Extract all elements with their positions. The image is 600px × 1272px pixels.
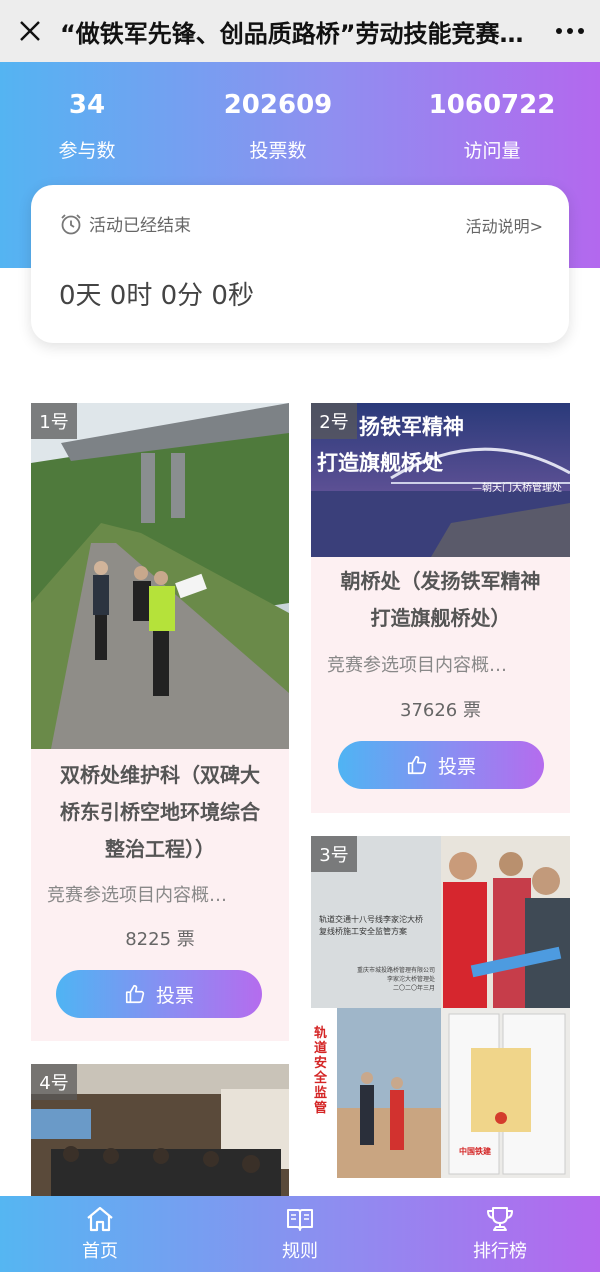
nav-label: 首页 xyxy=(82,1241,118,1262)
entry-description: 竞赛参选项目内容概… xyxy=(327,655,507,676)
entry-title: 朝桥处（发扬铁军精神 打造旗舰桥处） xyxy=(311,563,570,637)
nav-label: 排行榜 xyxy=(473,1241,527,1262)
book-icon xyxy=(287,1209,313,1231)
thumbs-up-icon xyxy=(125,984,145,1004)
entry-card-2[interactable]: 扬铁军精神 打造旗舰桥处 —朝天门大桥管理处 2号 朝桥处（发扬铁军精神 打造旗… xyxy=(311,403,570,813)
people-photo xyxy=(441,836,570,1008)
entry-title-line: 打造旗舰桥处） xyxy=(370,606,511,630)
entry-number-badge: 2号 xyxy=(311,403,357,439)
doc-text: 重庆市城投路桥管理有限公司 xyxy=(356,967,435,974)
home-icon xyxy=(87,1206,113,1232)
entry-number-badge: 4号 xyxy=(31,1064,77,1100)
more-icon[interactable] xyxy=(540,0,600,62)
alarm-clock-icon xyxy=(61,213,81,234)
doc-text: 轨道交通十八号线李家沱大桥 xyxy=(319,915,423,924)
entry-title-line: 双桥处维护科（双碑大 xyxy=(60,763,260,787)
top-bar: “做铁军先锋、创品质路桥”劳动技能竞赛… xyxy=(0,0,600,62)
stat-visits: 1060722 访问量 xyxy=(392,90,592,163)
trophy-icon xyxy=(487,1207,513,1231)
entry-title: 双桥处维护科（双碑大 桥东引桥空地环境综合 整治工程）） xyxy=(31,757,289,868)
entry-image[interactable]: 轨道交通十八号线李家沱大桥 复线桥施工安全监管方案 重庆市城投路桥管理有限公司 … xyxy=(311,836,570,1196)
entry-vote-count: 8225 票 xyxy=(125,929,195,950)
vote-button[interactable]: 投票 xyxy=(338,741,544,789)
nav-rules[interactable]: 规则 xyxy=(200,1196,400,1272)
nav-label: 规则 xyxy=(282,1241,318,1262)
entry-card-4[interactable]: 4号 xyxy=(31,1064,289,1196)
entry-number-badge: 3号 xyxy=(311,836,357,872)
entry-card-1[interactable]: 1号 双桥处维护科（双碑大 桥东引桥空地环境综合 整治工程）） 竞赛参选项目内容… xyxy=(31,403,289,1041)
bottom-nav: 首页 规则 排行榜 xyxy=(0,1196,600,1272)
side-caption: 轨道安全监管 xyxy=(314,1026,328,1116)
nav-home[interactable]: 首页 xyxy=(0,1196,200,1272)
stat-participants: 34 参与数 xyxy=(0,90,187,163)
entry-title-line: 朝桥处（发扬铁军精神 xyxy=(340,569,541,593)
vote-button-label: 投票 xyxy=(437,755,476,778)
entry-title-line: 桥东引桥空地环境综合 xyxy=(60,800,260,824)
site-photo xyxy=(337,1008,441,1178)
entry-description: 竞赛参选项目内容概… xyxy=(47,885,227,906)
entry-vote-count: 37626 票 xyxy=(400,700,481,721)
activity-status: 活动已经结束 xyxy=(59,211,191,236)
nav-ranking[interactable]: 排行榜 xyxy=(400,1196,600,1272)
stat-label: 投票数 xyxy=(249,140,307,162)
doc-text: 二〇二〇年三月 xyxy=(392,985,435,992)
stat-label: 访问量 xyxy=(463,140,521,162)
entry-image[interactable]: 1号 xyxy=(31,403,289,749)
image-headline-1: 扬铁军精神 xyxy=(359,415,464,439)
countdown-card: 活动已经结束 活动说明> 0天 0时 0分 0秒 xyxy=(31,185,569,343)
vote-button[interactable]: 投票 xyxy=(56,970,262,1018)
activity-explain-link[interactable]: 活动说明> xyxy=(466,213,543,237)
stat-value: 1060722 xyxy=(428,90,556,120)
status-text: 活动已经结束 xyxy=(89,216,191,236)
image-headline-2: 打造旗舰桥处 xyxy=(317,451,443,475)
entry-image[interactable]: 4号 xyxy=(31,1064,289,1196)
countdown-timer: 0天 0时 0分 0秒 xyxy=(59,281,254,311)
stamp-caption: 中国铁建 xyxy=(459,1147,491,1156)
thumbs-up-icon xyxy=(407,755,427,775)
stat-label: 参与数 xyxy=(58,140,116,162)
close-icon[interactable] xyxy=(0,0,60,62)
entry-title-line: 整治工程）） xyxy=(105,837,215,861)
entry-image[interactable]: 扬铁军精神 打造旗舰桥处 —朝天门大桥管理处 2号 xyxy=(311,403,570,557)
image-caption: —朝天门大桥管理处 xyxy=(472,483,562,494)
entry-card-3[interactable]: 轨道交通十八号线李家沱大桥 复线桥施工安全监管方案 重庆市城投路桥管理有限公司 … xyxy=(311,836,570,1196)
vote-button-label: 投票 xyxy=(155,984,194,1007)
doc-text: 李家沱大桥管理处 xyxy=(386,976,435,983)
page-title: “做铁军先锋、创品质路桥”劳动技能竞赛… xyxy=(60,19,524,48)
stat-value: 202609 xyxy=(223,90,333,120)
stat-votes: 202609 投票数 xyxy=(178,90,378,163)
entry-number-badge: 1号 xyxy=(31,403,77,439)
doc-text: 复线桥施工安全监管方案 xyxy=(319,927,407,936)
stat-value: 34 xyxy=(68,90,106,120)
